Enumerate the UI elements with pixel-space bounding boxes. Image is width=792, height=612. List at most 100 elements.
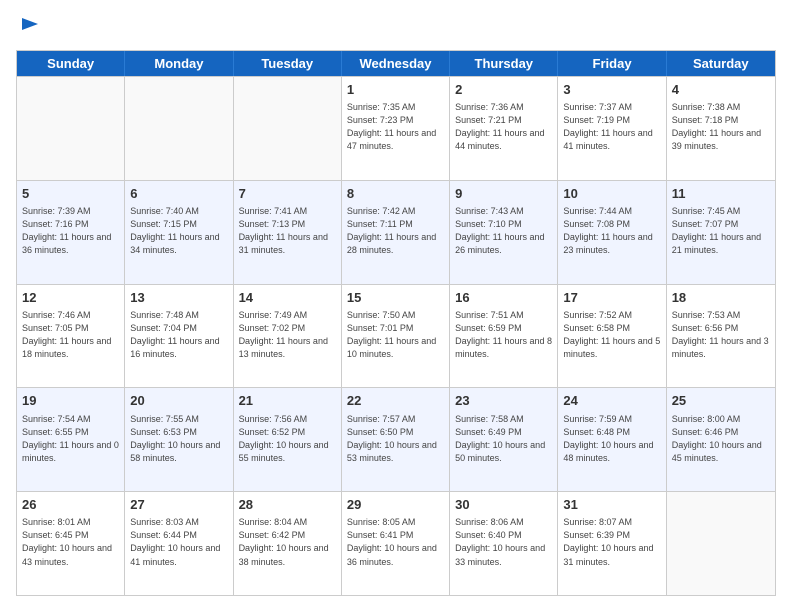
cell-sun-info: Sunrise: 7:39 AM Sunset: 7:16 PM Dayligh… bbox=[22, 205, 119, 257]
calendar-cell: 27 Sunrise: 8:03 AM Sunset: 6:44 PM Dayli… bbox=[125, 492, 233, 595]
calendar-cell: 3Sunrise: 7:37 AM Sunset: 7:19 PM Daylig… bbox=[558, 77, 666, 180]
cell-sun-info: Sunrise: 7:40 AM Sunset: 7:15 PM Dayligh… bbox=[130, 205, 227, 257]
cell-date-number: 5 bbox=[22, 185, 119, 203]
cell-date-number: 12 bbox=[22, 289, 119, 307]
cell-sun-info: Sunrise: 7:37 AM Sunset: 7:19 PM Dayligh… bbox=[563, 101, 660, 153]
cell-sun-info: Sunrise: 8:01 AM Sunset: 6:45 PM Dayligh… bbox=[22, 516, 119, 568]
cell-date-number: 20 bbox=[130, 392, 227, 410]
calendar-row: 1 Sunrise: 7:35 AM Sunset: 7:23 PM Daylig… bbox=[17, 76, 775, 180]
cell-date-number: 31 bbox=[563, 496, 660, 514]
calendar-row: 5 Sunrise: 7:39 AM Sunset: 7:16 PM Daylig… bbox=[17, 180, 775, 284]
cell-sun-info: Sunrise: 7:48 AM Sunset: 7:04 PM Dayligh… bbox=[130, 309, 227, 361]
calendar-cell: 2 Sunrise: 7:36 AM Sunset: 7:21 PM Daylig… bbox=[450, 77, 558, 180]
cell-date-number: 30 bbox=[455, 496, 552, 514]
cell-sun-info: Sunrise: 7:41 AM Sunset: 7:13 PM Dayligh… bbox=[239, 205, 336, 257]
calendar-row: 26 Sunrise: 8:01 AM Sunset: 6:45 PM Dayli… bbox=[17, 491, 775, 595]
cell-date-number: 29 bbox=[347, 496, 444, 514]
cell-sun-info: Sunrise: 7:51 AM Sunset: 6:59 PM Dayligh… bbox=[455, 309, 552, 361]
calendar-cell: 1 Sunrise: 7:35 AM Sunset: 7:23 PM Daylig… bbox=[342, 77, 450, 180]
calendar-row: 12 Sunrise: 7:46 AM Sunset: 7:05 PM Dayli… bbox=[17, 284, 775, 388]
calendar-cell: 9 Sunrise: 7:43 AM Sunset: 7:10 PM Daylig… bbox=[450, 181, 558, 284]
weekday-header: Friday bbox=[558, 51, 666, 76]
calendar-cell: 22 Sunrise: 7:57 AM Sunset: 6:50 PM Dayli… bbox=[342, 388, 450, 491]
calendar-body: 1 Sunrise: 7:35 AM Sunset: 7:23 PM Daylig… bbox=[17, 76, 775, 595]
weekday-header: Thursday bbox=[450, 51, 558, 76]
calendar-cell bbox=[125, 77, 233, 180]
cell-sun-info: Sunrise: 7:42 AM Sunset: 7:11 PM Dayligh… bbox=[347, 205, 444, 257]
calendar-header: SundayMondayTuesdayWednesdayThursdayFrid… bbox=[17, 51, 775, 76]
logo-flag-icon bbox=[18, 16, 42, 40]
cell-date-number: 1 bbox=[347, 81, 444, 99]
cell-date-number: 19 bbox=[22, 392, 119, 410]
cell-sun-info: Sunrise: 7:38 AM Sunset: 7:18 PM Dayligh… bbox=[672, 101, 770, 153]
calendar-cell: 19 Sunrise: 7:54 AM Sunset: 6:55 PM Dayli… bbox=[17, 388, 125, 491]
calendar-cell bbox=[234, 77, 342, 180]
calendar-cell: 15 Sunrise: 7:50 AM Sunset: 7:01 PM Dayli… bbox=[342, 285, 450, 388]
calendar-cell: 24 Sunrise: 7:59 AM Sunset: 6:48 PM Dayli… bbox=[558, 388, 666, 491]
page: SundayMondayTuesdayWednesdayThursdayFrid… bbox=[0, 0, 792, 612]
cell-sun-info: Sunrise: 7:49 AM Sunset: 7:02 PM Dayligh… bbox=[239, 309, 336, 361]
calendar-cell: 5 Sunrise: 7:39 AM Sunset: 7:16 PM Daylig… bbox=[17, 181, 125, 284]
calendar-row: 19 Sunrise: 7:54 AM Sunset: 6:55 PM Dayli… bbox=[17, 387, 775, 491]
cell-sun-info: Sunrise: 7:36 AM Sunset: 7:21 PM Dayligh… bbox=[455, 101, 552, 153]
calendar-cell: 21 Sunrise: 7:56 AM Sunset: 6:52 PM Dayli… bbox=[234, 388, 342, 491]
calendar-cell bbox=[17, 77, 125, 180]
weekday-header: Tuesday bbox=[234, 51, 342, 76]
cell-sun-info: Sunrise: 8:06 AM Sunset: 6:40 PM Dayligh… bbox=[455, 516, 552, 568]
calendar-cell: 4 Sunrise: 7:38 AM Sunset: 7:18 PM Daylig… bbox=[667, 77, 775, 180]
cell-sun-info: Sunrise: 7:44 AM Sunset: 7:08 PM Dayligh… bbox=[563, 205, 660, 257]
cell-date-number: 4 bbox=[672, 81, 770, 99]
calendar-cell: 25 Sunrise: 8:00 AM Sunset: 6:46 PM Dayli… bbox=[667, 388, 775, 491]
cell-date-number: 24 bbox=[563, 392, 660, 410]
cell-date-number: 16 bbox=[455, 289, 552, 307]
calendar-cell: 12 Sunrise: 7:46 AM Sunset: 7:05 PM Dayli… bbox=[17, 285, 125, 388]
cell-sun-info: Sunrise: 7:52 AM Sunset: 6:58 PM Dayligh… bbox=[563, 309, 660, 361]
cell-date-number: 7 bbox=[239, 185, 336, 203]
cell-sun-info: Sunrise: 7:50 AM Sunset: 7:01 PM Dayligh… bbox=[347, 309, 444, 361]
calendar-cell: 31 Sunrise: 8:07 AM Sunset: 6:39 PM Dayli… bbox=[558, 492, 666, 595]
calendar-cell: 18Sunrise: 7:53 AM Sunset: 6:56 PM Dayli… bbox=[667, 285, 775, 388]
cell-date-number: 11 bbox=[672, 185, 770, 203]
cell-sun-info: Sunrise: 7:53 AM Sunset: 6:56 PM Dayligh… bbox=[672, 309, 770, 361]
cell-date-number: 22 bbox=[347, 392, 444, 410]
cell-sun-info: Sunrise: 7:45 AM Sunset: 7:07 PM Dayligh… bbox=[672, 205, 770, 257]
cell-sun-info: Sunrise: 7:59 AM Sunset: 6:48 PM Dayligh… bbox=[563, 413, 660, 465]
cell-sun-info: Sunrise: 8:07 AM Sunset: 6:39 PM Dayligh… bbox=[563, 516, 660, 568]
calendar-cell: 7 Sunrise: 7:41 AM Sunset: 7:13 PM Daylig… bbox=[234, 181, 342, 284]
cell-date-number: 27 bbox=[130, 496, 227, 514]
cell-date-number: 15 bbox=[347, 289, 444, 307]
cell-date-number: 8 bbox=[347, 185, 444, 203]
cell-date-number: 26 bbox=[22, 496, 119, 514]
calendar-cell: 29 Sunrise: 8:05 AM Sunset: 6:41 PM Dayli… bbox=[342, 492, 450, 595]
cell-sun-info: Sunrise: 8:00 AM Sunset: 6:46 PM Dayligh… bbox=[672, 413, 770, 465]
logo bbox=[16, 16, 42, 40]
calendar-cell: 26 Sunrise: 8:01 AM Sunset: 6:45 PM Dayli… bbox=[17, 492, 125, 595]
cell-sun-info: Sunrise: 8:03 AM Sunset: 6:44 PM Dayligh… bbox=[130, 516, 227, 568]
cell-date-number: 13 bbox=[130, 289, 227, 307]
calendar-cell: 14 Sunrise: 7:49 AM Sunset: 7:02 PM Dayli… bbox=[234, 285, 342, 388]
calendar-cell: 28Sunrise: 8:04 AM Sunset: 6:42 PM Dayli… bbox=[234, 492, 342, 595]
cell-date-number: 25 bbox=[672, 392, 770, 410]
cell-sun-info: Sunrise: 7:56 AM Sunset: 6:52 PM Dayligh… bbox=[239, 413, 336, 465]
weekday-header: Wednesday bbox=[342, 51, 450, 76]
weekday-header: Saturday bbox=[667, 51, 775, 76]
weekday-header: Monday bbox=[125, 51, 233, 76]
cell-sun-info: Sunrise: 7:54 AM Sunset: 6:55 PM Dayligh… bbox=[22, 413, 119, 465]
cell-sun-info: Sunrise: 8:05 AM Sunset: 6:41 PM Dayligh… bbox=[347, 516, 444, 568]
cell-date-number: 14 bbox=[239, 289, 336, 307]
cell-date-number: 21 bbox=[239, 392, 336, 410]
cell-sun-info: Sunrise: 7:57 AM Sunset: 6:50 PM Dayligh… bbox=[347, 413, 444, 465]
calendar-cell: 16 Sunrise: 7:51 AM Sunset: 6:59 PM Dayli… bbox=[450, 285, 558, 388]
calendar-cell: 6Sunrise: 7:40 AM Sunset: 7:15 PM Daylig… bbox=[125, 181, 233, 284]
cell-sun-info: Sunrise: 7:35 AM Sunset: 7:23 PM Dayligh… bbox=[347, 101, 444, 153]
cell-date-number: 2 bbox=[455, 81, 552, 99]
calendar-cell: 13 Sunrise: 7:48 AM Sunset: 7:04 PM Dayli… bbox=[125, 285, 233, 388]
weekday-header: Sunday bbox=[17, 51, 125, 76]
cell-sun-info: Sunrise: 7:46 AM Sunset: 7:05 PM Dayligh… bbox=[22, 309, 119, 361]
cell-sun-info: Sunrise: 7:43 AM Sunset: 7:10 PM Dayligh… bbox=[455, 205, 552, 257]
calendar-cell: 17Sunrise: 7:52 AM Sunset: 6:58 PM Dayli… bbox=[558, 285, 666, 388]
calendar-cell: 20Sunrise: 7:55 AM Sunset: 6:53 PM Dayli… bbox=[125, 388, 233, 491]
cell-date-number: 23 bbox=[455, 392, 552, 410]
cell-date-number: 9 bbox=[455, 185, 552, 203]
calendar-cell: 30 Sunrise: 8:06 AM Sunset: 6:40 PM Dayli… bbox=[450, 492, 558, 595]
